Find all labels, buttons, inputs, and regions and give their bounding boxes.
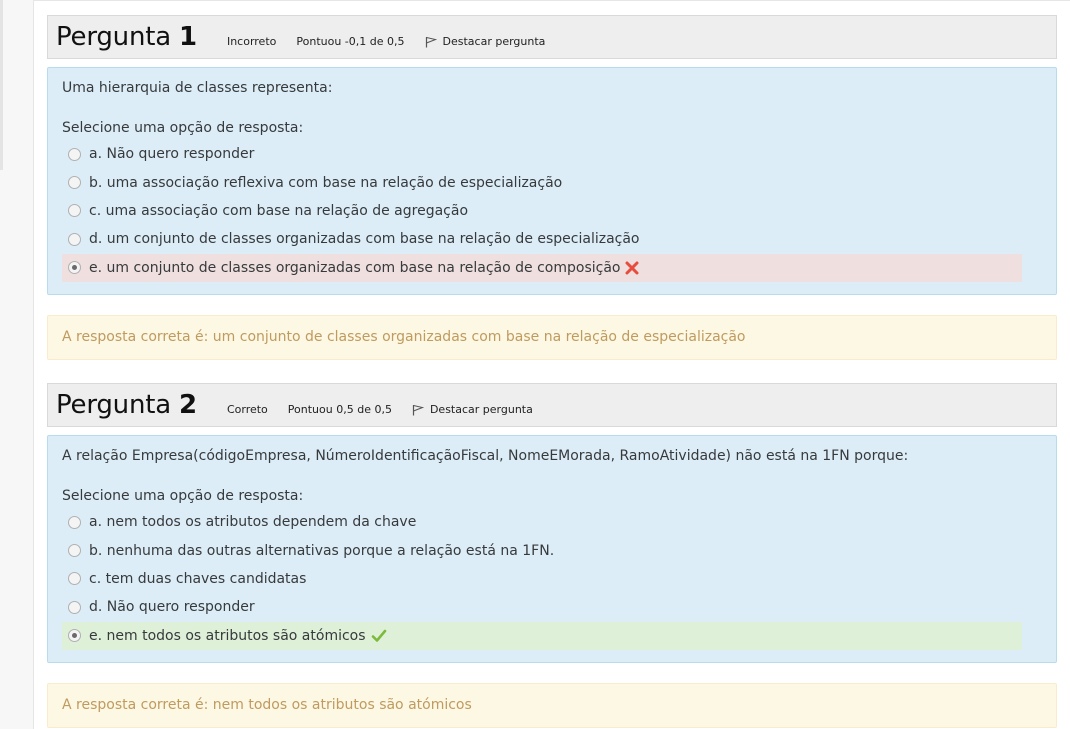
question-number: 2 bbox=[179, 390, 197, 420]
answer-option-c[interactable]: c. tem duas chaves candidatas bbox=[62, 565, 1022, 593]
quiz-review: Pergunta 1 Incorreto Pontuou -0,1 de 0,5… bbox=[34, 0, 1070, 729]
answer-option-c[interactable]: c. uma associação com base na relação de… bbox=[62, 197, 1022, 225]
checkmark-icon bbox=[371, 629, 387, 643]
flag-icon bbox=[412, 405, 424, 416]
question-number: 1 bbox=[179, 22, 197, 52]
answer-option-d[interactable]: d. um conjunto de classes organizadas co… bbox=[62, 225, 1022, 253]
question-score: Pontuou 0,5 de 0,5 bbox=[287, 403, 392, 416]
flag-question-label: Destacar pergunta bbox=[442, 35, 546, 48]
radio-button[interactable] bbox=[68, 544, 81, 558]
correct-answer-feedback: A resposta correta é: um conjunto de cla… bbox=[47, 314, 1057, 360]
answer-option-b[interactable]: b. nenhuma das outras alternativas porqu… bbox=[62, 536, 1022, 564]
flag-question-button[interactable]: Destacar pergunta bbox=[425, 33, 546, 48]
answer-label: a. nem todos os atributos dependem da ch… bbox=[89, 514, 417, 531]
question-header: Pergunta 2 Correto Pontuou 0,5 de 0,5 De… bbox=[47, 383, 1057, 427]
answer-option-a[interactable]: a. nem todos os atributos dependem da ch… bbox=[62, 508, 1022, 536]
question-content: A relação Empresa(códigoEmpresa, NúmeroI… bbox=[47, 435, 1057, 663]
answer-label: c. uma associação com base na relação de… bbox=[89, 202, 469, 219]
answer-label: b. nenhuma das outras alternativas porqu… bbox=[89, 542, 555, 559]
correct-answer-feedback: A resposta correta é: nem todos os atrib… bbox=[47, 682, 1057, 728]
answer-label: d. Não quero responder bbox=[89, 599, 255, 616]
radio-button[interactable] bbox=[68, 232, 81, 246]
radio-button[interactable] bbox=[68, 515, 81, 529]
question-title-word: Pergunta bbox=[56, 22, 171, 52]
question-2: Pergunta 2 Correto Pontuou 0,5 de 0,5 De… bbox=[47, 383, 1057, 728]
flag-icon bbox=[425, 37, 437, 48]
answer-label: e. um conjunto de classes organizadas co… bbox=[89, 259, 621, 276]
question-status: Incorreto bbox=[226, 35, 277, 48]
answer-label: a. Não quero responder bbox=[89, 146, 255, 163]
answer-option-e-selected[interactable]: e. um conjunto de classes organizadas co… bbox=[62, 253, 1022, 282]
answer-label: c. tem duas chaves candidatas bbox=[89, 570, 307, 587]
question-title: Pergunta 1 bbox=[56, 16, 197, 58]
question-title-word: Pergunta bbox=[56, 390, 171, 420]
answer-prompt: Selecione uma opção de resposta: bbox=[62, 488, 304, 504]
answer-option-d[interactable]: d. Não quero responder bbox=[62, 593, 1022, 621]
answer-label: d. um conjunto de classes organizadas co… bbox=[89, 231, 640, 248]
question-1: Pergunta 1 Incorreto Pontuou -0,1 de 0,5… bbox=[47, 15, 1057, 360]
radio-button[interactable] bbox=[68, 204, 81, 218]
question-content: Uma hierarquia de classes representa: Se… bbox=[47, 67, 1057, 295]
answer-label: b. uma associação reflexiva com base na … bbox=[89, 174, 563, 191]
answer-label: e. nem todos os atributos são atómicos bbox=[89, 627, 366, 644]
question-text: A relação Empresa(códigoEmpresa, NúmeroI… bbox=[62, 448, 909, 464]
question-title: Pergunta 2 bbox=[56, 384, 197, 426]
answer-option-e-selected[interactable]: e. nem todos os atributos são atómicos bbox=[62, 621, 1022, 650]
radio-button-checked[interactable] bbox=[68, 629, 81, 643]
answer-prompt: Selecione uma opção de resposta: bbox=[62, 120, 304, 136]
cross-icon bbox=[625, 261, 639, 275]
radio-button-checked[interactable] bbox=[68, 261, 81, 275]
radio-button[interactable] bbox=[68, 572, 81, 586]
flag-question-button[interactable]: Destacar pergunta bbox=[412, 401, 533, 416]
radio-button[interactable] bbox=[68, 147, 81, 161]
radio-button[interactable] bbox=[68, 176, 81, 190]
radio-button[interactable] bbox=[68, 600, 81, 614]
answer-option-b[interactable]: b. uma associação reflexiva com base na … bbox=[62, 168, 1022, 196]
question-text: Uma hierarquia de classes representa: bbox=[62, 80, 333, 96]
question-header: Pergunta 1 Incorreto Pontuou -0,1 de 0,5… bbox=[47, 15, 1057, 59]
left-panel bbox=[0, 0, 34, 729]
question-status: Correto bbox=[226, 403, 268, 416]
flag-question-label: Destacar pergunta bbox=[429, 403, 533, 416]
answer-option-a[interactable]: a. Não quero responder bbox=[62, 140, 1022, 168]
question-score: Pontuou -0,1 de 0,5 bbox=[296, 35, 405, 48]
left-panel-shade bbox=[0, 0, 3, 170]
